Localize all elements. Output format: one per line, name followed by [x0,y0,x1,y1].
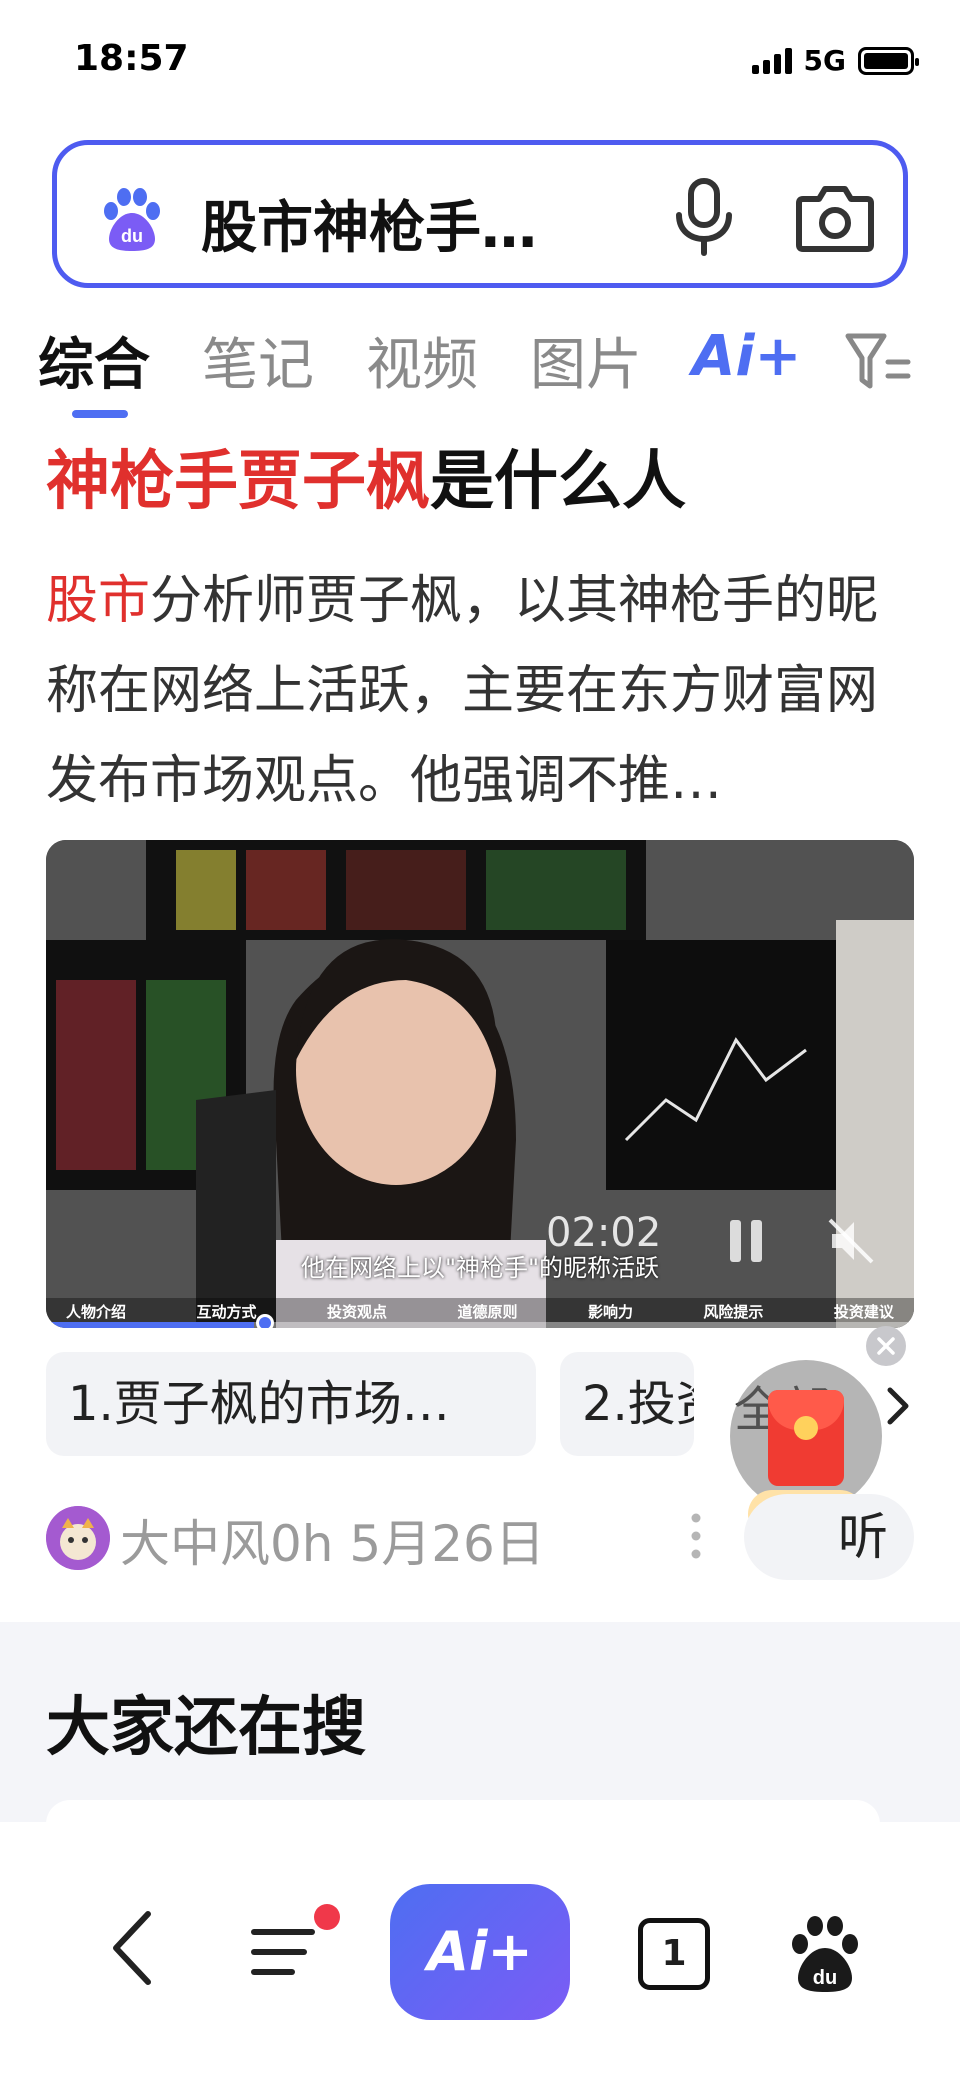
video-subtitle: 他在网络上以"神枪手"的昵称活跃 [300,1254,660,1282]
baidu-paw-logo-icon: du [104,188,160,251]
video-progress-handle[interactable] [256,1314,274,1328]
video-player[interactable]: 他在网络上以"神枪手"的昵称活跃 02:02 人物介绍 互动方式 投资观点 道德… [46,840,914,1328]
tab-comprehensive[interactable]: 综合 [38,320,150,401]
video-duration: 02:02 [546,1210,662,1256]
back-arrow-icon[interactable] [108,1908,158,1988]
search-box[interactable]: du 股市神枪手… [52,140,908,288]
notification-dot [314,1904,340,1930]
status-time: 18:57 [74,38,189,79]
author-name: 大中风0h [120,1515,334,1573]
chevron-right-icon[interactable] [884,1384,912,1428]
section-title: 大家还在搜 [46,1691,366,1765]
more-options-icon[interactable] [690,1512,702,1560]
chapter-chip-2[interactable]: 2.投资 [560,1352,694,1456]
bottom-nav: Ai+ 1 du [0,1822,960,2079]
ai-assistant-button[interactable]: Ai+ [390,1884,570,2020]
video-progress-played [46,1322,255,1328]
author-info[interactable]: 大中风0h 5月26日 [120,1504,545,1576]
red-packet-seal-icon [794,1416,818,1440]
tab-images[interactable]: 图片 [530,320,642,401]
result-title-rest: 是什么人 [430,445,686,519]
mute-icon[interactable] [826,1216,876,1266]
chapter-chip-1[interactable]: 1.贾子枫的市场… [46,1352,536,1456]
svg-text:du: du [121,226,143,246]
tab-videos[interactable]: 视频 [366,320,478,401]
signal-icon [751,47,792,74]
filter-icon[interactable] [842,328,912,394]
close-icon[interactable] [866,1326,906,1366]
video-progress-bar[interactable] [46,1322,914,1328]
result-title-highlight: 神枪手贾子枫 [46,445,430,519]
pause-icon[interactable] [726,1218,766,1264]
menu-icon[interactable] [250,1926,320,1978]
result-summary[interactable]: 股市分析师贾子枫，以其神枪手的昵称在网络上活跃，主要在东方财富网发布市场观点。他… [46,556,916,826]
result-summary-highlight: 股市 [46,571,151,631]
baidu-home-icon[interactable]: du [788,1914,862,1994]
search-query[interactable]: 股市神枪手… [201,183,537,264]
status-indicators: 5G [751,44,919,77]
avatar[interactable] [46,1506,110,1570]
tab-count-button[interactable]: 1 [638,1918,710,1990]
battery-icon [858,46,919,75]
listen-button[interactable]: 听 [744,1494,914,1580]
microphone-icon[interactable] [669,177,739,257]
network-type: 5G [803,44,846,77]
camera-icon[interactable] [795,181,875,253]
result-title[interactable]: 神枪手贾子枫是什么人 [46,430,686,522]
svg-text:du: du [813,1967,837,1989]
result-summary-rest: 分析师贾子枫，以其神枪手的昵称在网络上活跃，主要在东方财富网发布市场观点。他强调… [46,571,879,811]
active-tab-indicator [72,410,128,418]
search-tabs: 综合 笔记 视频 图片 Ai+ [0,320,960,420]
tab-notes[interactable]: 笔记 [202,320,314,401]
post-date: 5月26日 [349,1515,545,1573]
tab-ai[interactable]: Ai+ [692,324,801,389]
status-bar: 18:57 5G [0,0,960,120]
